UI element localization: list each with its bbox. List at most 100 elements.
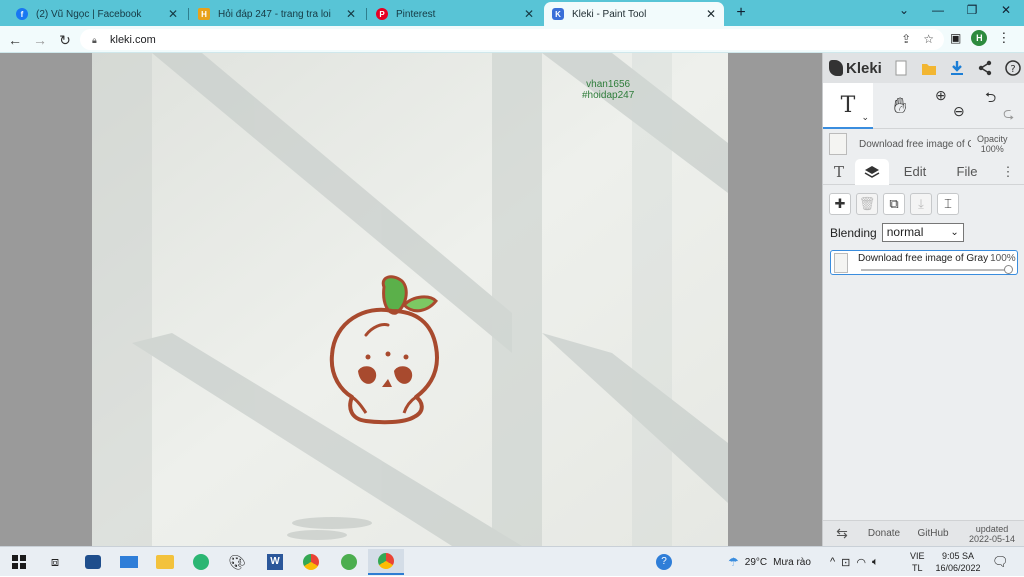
close-icon[interactable]: ✕ xyxy=(706,7,716,21)
kleki-icon: K xyxy=(552,8,564,20)
word-icon[interactable]: W xyxy=(264,551,286,573)
share-icon[interactable] xyxy=(977,60,993,76)
drawing-canvas[interactable]: vhan1656 #hoidap247 xyxy=(92,53,728,546)
help-icon[interactable]: ? xyxy=(1005,60,1021,76)
hand-tool-button[interactable]: ✋︎ xyxy=(875,83,925,129)
rename-layer-icon[interactable]: ⌶ xyxy=(937,193,959,215)
text-tool-button[interactable]: T ⌄ xyxy=(823,83,873,129)
tab-hoidap[interactable]: H Hỏi đáp 247 - trang tra loi ✕ xyxy=(190,2,364,26)
tab-file[interactable]: File xyxy=(941,159,993,185)
back-icon[interactable]: ← xyxy=(6,31,24,49)
undo-icon[interactable]: ⮌ xyxy=(985,87,996,111)
kleki-logo[interactable]: Kleki xyxy=(823,60,889,77)
tab-kleki[interactable]: K Kleki - Paint Tool ✕ xyxy=(544,2,724,26)
skull-apple-drawing xyxy=(329,275,439,425)
facebook-icon: f xyxy=(16,8,28,20)
github-link[interactable]: GitHub xyxy=(907,521,959,547)
add-layer-icon[interactable]: ✚ xyxy=(829,193,851,215)
chevron-down-icon[interactable]: ⌄ xyxy=(861,112,869,123)
close-icon[interactable]: ✕ xyxy=(168,7,178,21)
tab-edit[interactable]: Edit xyxy=(889,159,941,185)
watermark-text: vhan1656 #hoidap247 xyxy=(582,79,634,101)
side-panel-icon[interactable]: ▣ xyxy=(950,31,961,45)
restore-icon[interactable]: ❐ xyxy=(962,3,982,21)
update-info: updated 2022-05-14 xyxy=(959,521,1024,547)
paint-icon[interactable]: 🎨︎ xyxy=(226,551,248,573)
window-close-icon[interactable]: ✕ xyxy=(996,3,1016,21)
lock-icon: 🔒︎ xyxy=(92,34,97,45)
tab-facebook[interactable]: f (2) Vũ Ngọc | Facebook ✕ xyxy=(8,2,186,26)
drawing-viewport[interactable]: vhan1656 #hoidap247 xyxy=(0,53,822,546)
chrome-icon[interactable] xyxy=(300,551,322,573)
lang-code: VIE xyxy=(910,551,925,561)
share-icon[interactable]: ⇪ xyxy=(901,32,911,46)
redo-icon[interactable]: ⮎ xyxy=(1003,103,1014,127)
layer-item-opacity: 100% xyxy=(990,253,1016,264)
tab-layers[interactable] xyxy=(855,158,889,185)
meet-app-icon[interactable] xyxy=(82,551,104,573)
merge-down-icon[interactable]: ⤓ xyxy=(910,193,932,215)
help-tray-icon[interactable]: ? xyxy=(656,547,672,577)
new-image-icon[interactable] xyxy=(893,60,909,76)
chevron-up-icon[interactable]: ^ xyxy=(830,556,835,568)
layer-name: Download free image of Gray xyxy=(859,138,971,150)
swap-sides-icon[interactable]: ⇆ xyxy=(823,521,861,547)
duplicate-layer-icon[interactable]: ⧉ xyxy=(883,193,905,215)
blending-select[interactable]: normal ⌄ xyxy=(881,223,964,242)
more-options-icon[interactable]: ⋮ xyxy=(993,159,1023,185)
donate-link[interactable]: Donate xyxy=(861,521,907,547)
reload-icon[interactable]: ↻ xyxy=(56,31,74,49)
pinterest-icon: P xyxy=(376,8,388,20)
minimize-icon[interactable]: — xyxy=(928,3,948,21)
volume-icon[interactable]: 🔈︎ xyxy=(872,556,879,569)
zoom-out-icon[interactable]: ⊖ xyxy=(953,103,965,120)
open-folder-icon[interactable] xyxy=(921,60,937,76)
mail-icon[interactable] xyxy=(118,551,140,573)
tab-tool-settings[interactable]: T xyxy=(823,159,855,185)
close-icon[interactable]: ✕ xyxy=(524,7,534,21)
hand-icon: ✋︎ xyxy=(893,93,907,118)
edge-icon[interactable] xyxy=(190,551,212,573)
file-explorer-icon[interactable] xyxy=(154,551,176,573)
task-view-icon[interactable]: ⧈ xyxy=(44,551,66,573)
avatar[interactable]: H xyxy=(971,30,988,46)
wifi-icon[interactable]: ◠ xyxy=(856,556,866,569)
address-url: kleki.com xyxy=(110,33,156,46)
new-tab-button[interactable]: + xyxy=(732,4,750,22)
tool-row: T ⌄ ✋︎ ⊕ ⊖ ⮌ ⮎ xyxy=(823,83,1024,129)
opacity-value: 100% xyxy=(980,144,1004,154)
chrome-active-window-icon[interactable] xyxy=(368,549,404,575)
tab-search-icon[interactable]: ⌄ xyxy=(894,3,914,21)
clock[interactable]: 9:05 SA 16/06/2022 xyxy=(935,547,980,577)
tab-separator xyxy=(188,8,189,20)
zoom-in-icon[interactable]: ⊕ xyxy=(935,87,947,104)
download-icon[interactable] xyxy=(949,60,965,76)
notification-icon[interactable]: 🗨︎ xyxy=(992,547,1009,577)
weather-widget[interactable]: ☂ 29°C Mưa rào xyxy=(728,547,811,577)
chevron-down-icon: ⌄ xyxy=(950,227,959,238)
address-field[interactable]: 🔒︎ kleki.com ⇪ ☆ xyxy=(80,29,944,50)
tab-separator xyxy=(366,8,367,20)
chrome-profile-icon[interactable] xyxy=(338,551,360,573)
rain-cloud-icon: ☂ xyxy=(728,555,739,569)
layer-opacity-slider[interactable] xyxy=(861,265,1013,274)
windows-start-icon[interactable] xyxy=(8,551,30,573)
language-indicator[interactable]: VIE TL xyxy=(910,547,925,577)
current-layer-preview[interactable]: Download free image of Gray Opacity 100% xyxy=(823,129,1024,159)
slider-knob[interactable] xyxy=(1004,265,1013,274)
menu-dots-icon[interactable]: ⋮ xyxy=(997,30,1010,46)
kleki-logo-icon xyxy=(829,60,843,76)
bookmark-star-icon[interactable]: ☆ xyxy=(923,32,934,46)
tab-pinterest[interactable]: P Pinterest ✕ xyxy=(368,2,542,26)
lang-sub: TL xyxy=(912,563,923,573)
forward-icon[interactable]: → xyxy=(31,31,49,49)
weather-desc: Mưa rào xyxy=(773,556,811,568)
delete-layer-icon[interactable]: 🗑︎ xyxy=(856,193,878,215)
windows-taskbar: ⧈ 🎨︎ W ? ☂ 29°C Mưa rào ^ ⊡ ◠ 🔈︎ VIE TL … xyxy=(0,546,1024,576)
layer-list-item[interactable]: Download free image of Gray 100% xyxy=(830,250,1018,275)
layers-icon xyxy=(864,165,880,178)
network-icon[interactable]: ⊡ xyxy=(841,556,850,569)
layer-thumbnail xyxy=(834,253,848,273)
kleki-sidebar: Kleki ? T ⌄ ✋︎ ⊕ ⊖ ⮌ ⮎ Download free ima… xyxy=(822,53,1024,546)
close-icon[interactable]: ✕ xyxy=(346,7,356,21)
